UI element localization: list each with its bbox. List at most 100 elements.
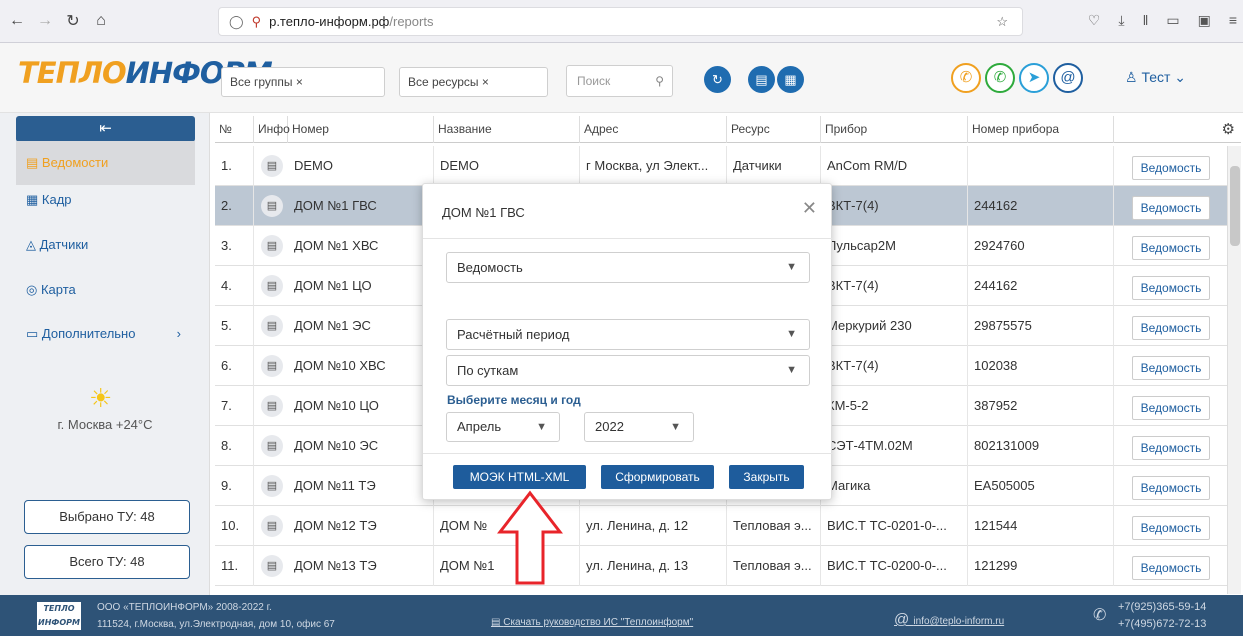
report-button[interactable]: Ведомость — [1132, 436, 1210, 460]
table-cell: ДОМ №1 ЭС — [288, 306, 434, 346]
search-icon[interactable]: ⚲ — [655, 66, 664, 96]
pocket-icon[interactable]: ♡ — [1088, 12, 1101, 29]
bookmark-star-icon[interactable]: ☆ — [996, 14, 1008, 30]
footer-phone-1[interactable]: +7(925)365-59-14 — [1118, 601, 1206, 613]
table-cell: 9. — [215, 466, 254, 506]
report-button[interactable]: Ведомость — [1132, 156, 1210, 180]
footer-phone-2[interactable]: +7(495)672-72-13 — [1118, 618, 1206, 630]
info-calendar-icon[interactable]: ▤ — [261, 555, 283, 577]
col-id[interactable]: Номер — [288, 116, 434, 143]
table-cell: Датчики — [727, 146, 821, 186]
table-cell: 5. — [215, 306, 254, 346]
table-cell: 1. — [215, 146, 254, 186]
email-icon[interactable]: @ — [1053, 63, 1083, 93]
gear-icon[interactable]: ⚙ — [1222, 120, 1235, 138]
table-cell: 121299 — [968, 546, 1114, 586]
refresh-icon[interactable]: ↻ — [704, 66, 731, 93]
collapse-sidebar-icon[interactable]: ⇤ — [16, 116, 195, 142]
info-calendar-icon[interactable]: ▤ — [261, 395, 283, 417]
moek-export-button[interactable]: МОЭК HTML-XML — [453, 465, 586, 489]
sidebar-item-more[interactable]: ▭ Дополнительно › — [16, 312, 195, 356]
info-calendar-icon[interactable]: ▤ — [261, 435, 283, 457]
col-info[interactable]: Инфо — [254, 116, 290, 143]
user-menu[interactable]: ♙ Тест ⌄ — [1125, 69, 1186, 86]
sidebar-icon[interactable]: ▭ — [1166, 12, 1179, 29]
reload-icon[interactable]: ↻ — [62, 11, 84, 31]
logo[interactable]: ТЕПЛОИНФОРМ — [18, 55, 273, 91]
extension-icon[interactable]: ▣ — [1198, 12, 1211, 29]
report-type-select[interactable]: Ведомость ▼ — [446, 252, 810, 283]
table-cell: ДОМ №1 ЦО — [288, 266, 434, 306]
address-bar[interactable]: ◯ ⚲ р.тепло-информ.рф/reports ☆ — [218, 7, 1023, 36]
sidebar-item-map[interactable]: ◎ Карта — [16, 268, 195, 312]
col-resource[interactable]: Ресурс — [727, 116, 821, 143]
year-select[interactable]: 2022 ▼ — [584, 412, 694, 442]
download-icon[interactable]: ⤓ — [1118, 12, 1124, 29]
report-button[interactable]: Ведомость — [1132, 476, 1210, 500]
info-calendar-icon[interactable]: ▤ — [261, 195, 283, 217]
info-calendar-icon[interactable]: ▤ — [261, 155, 283, 177]
map-pin-icon: ◎ — [26, 282, 41, 297]
telegram-icon[interactable]: ➤ — [1019, 63, 1049, 93]
table-cell: ДОМ №1 ГВС — [288, 186, 434, 226]
report-button[interactable]: Ведомость — [1132, 516, 1210, 540]
info-calendar-icon[interactable]: ▤ — [261, 275, 283, 297]
report-button[interactable]: Ведомость — [1132, 276, 1210, 300]
info-calendar-icon[interactable]: ▤ — [261, 315, 283, 337]
groups-filter[interactable]: Все группы × — [221, 67, 385, 97]
phone-icon[interactable]: ✆ — [951, 63, 981, 93]
forward-icon[interactable]: → — [34, 12, 56, 30]
menu-icon[interactable]: ≡ — [1229, 12, 1237, 29]
report-button[interactable]: Ведомость — [1132, 316, 1210, 340]
report-button[interactable]: Ведомость — [1132, 236, 1210, 260]
table-cell: AnCom RM/D — [821, 146, 968, 186]
report-button[interactable]: Ведомость — [1132, 196, 1210, 220]
table-row[interactable]: 1. DEMO DEMO г Москва, ул Элект... Датчики An… — [215, 146, 1241, 186]
report-button[interactable]: Ведомость — [1132, 556, 1210, 580]
table-cell: ДОМ №10 ХВС — [288, 346, 434, 386]
lock-icon: ⚲ — [251, 13, 262, 29]
month-select[interactable]: Апрель ▼ — [446, 412, 560, 442]
home-icon[interactable]: ⌂ — [90, 12, 112, 30]
selected-count-button[interactable]: Выбрано ТУ: 48 — [24, 500, 190, 534]
table-cell: ДОМ №10 ЭС — [288, 426, 434, 466]
table-row[interactable]: 11. ДОМ №13 ТЭ ДОМ №1 ул. Ленина, д. 13 Тепл… — [215, 546, 1241, 586]
table-cell: 4. — [215, 266, 254, 306]
info-calendar-icon[interactable]: ▤ — [261, 355, 283, 377]
info-calendar-icon[interactable]: ▤ — [261, 235, 283, 257]
total-count-button[interactable]: Всего ТУ: 48 — [24, 545, 190, 579]
resources-filter[interactable]: Все ресурсы × — [399, 67, 548, 97]
col-device-number[interactable]: Номер прибора — [968, 116, 1114, 143]
footer-email[interactable]: @ info@teplo-inform.ru — [894, 611, 1004, 628]
granularity-select[interactable]: По суткам ▼ — [446, 355, 810, 386]
table-icon[interactable]: ▦ — [777, 66, 804, 93]
manual-link[interactable]: ▤ Скачать руководство ИС "Теплоинформ" — [491, 617, 693, 628]
col-address[interactable]: Адрес — [580, 116, 727, 143]
sidebar-item-frame[interactable]: ▦ Кадр — [16, 178, 195, 222]
search-input[interactable]: Поиск ⚲ — [566, 65, 673, 97]
scrollbar-thumb[interactable] — [1230, 166, 1240, 246]
col-device[interactable]: Прибор — [821, 116, 968, 143]
whatsapp-icon[interactable]: ✆ — [985, 63, 1015, 93]
close-button[interactable]: Закрыть — [729, 465, 804, 489]
report-button[interactable]: Ведомость — [1132, 356, 1210, 380]
library-icon[interactable]: ‖ — [1143, 12, 1149, 29]
col-number[interactable]: № — [215, 116, 254, 143]
table-cell: СЭТ-4ТМ.02М — [821, 426, 968, 466]
table-scrollbar[interactable] — [1227, 146, 1241, 594]
document-icon[interactable]: ▤ — [748, 66, 775, 93]
table-cell: 802131009 — [968, 426, 1114, 466]
generate-button[interactable]: Сформировать — [601, 465, 714, 489]
table-cell: г Москва, ул Элект... — [580, 146, 727, 186]
col-name[interactable]: Название — [434, 116, 580, 143]
info-calendar-icon[interactable]: ▤ — [261, 475, 283, 497]
report-button[interactable]: Ведомость — [1132, 396, 1210, 420]
info-calendar-icon[interactable]: ▤ — [261, 515, 283, 537]
period-select[interactable]: Расчётный период ▼ — [446, 319, 810, 350]
close-icon[interactable]: ✕ — [802, 198, 817, 219]
back-icon[interactable]: ← — [6, 12, 28, 30]
sidebar-item-sensors[interactable]: ◬ Датчики — [16, 223, 195, 267]
chevron-down-icon: ▼ — [786, 261, 797, 273]
table-cell: ул. Ленина, д. 12 — [580, 506, 727, 546]
table-row[interactable]: 10. ДОМ №12 ТЭ ДОМ № ул. Ленина, д. 12 Тепло… — [215, 506, 1241, 546]
